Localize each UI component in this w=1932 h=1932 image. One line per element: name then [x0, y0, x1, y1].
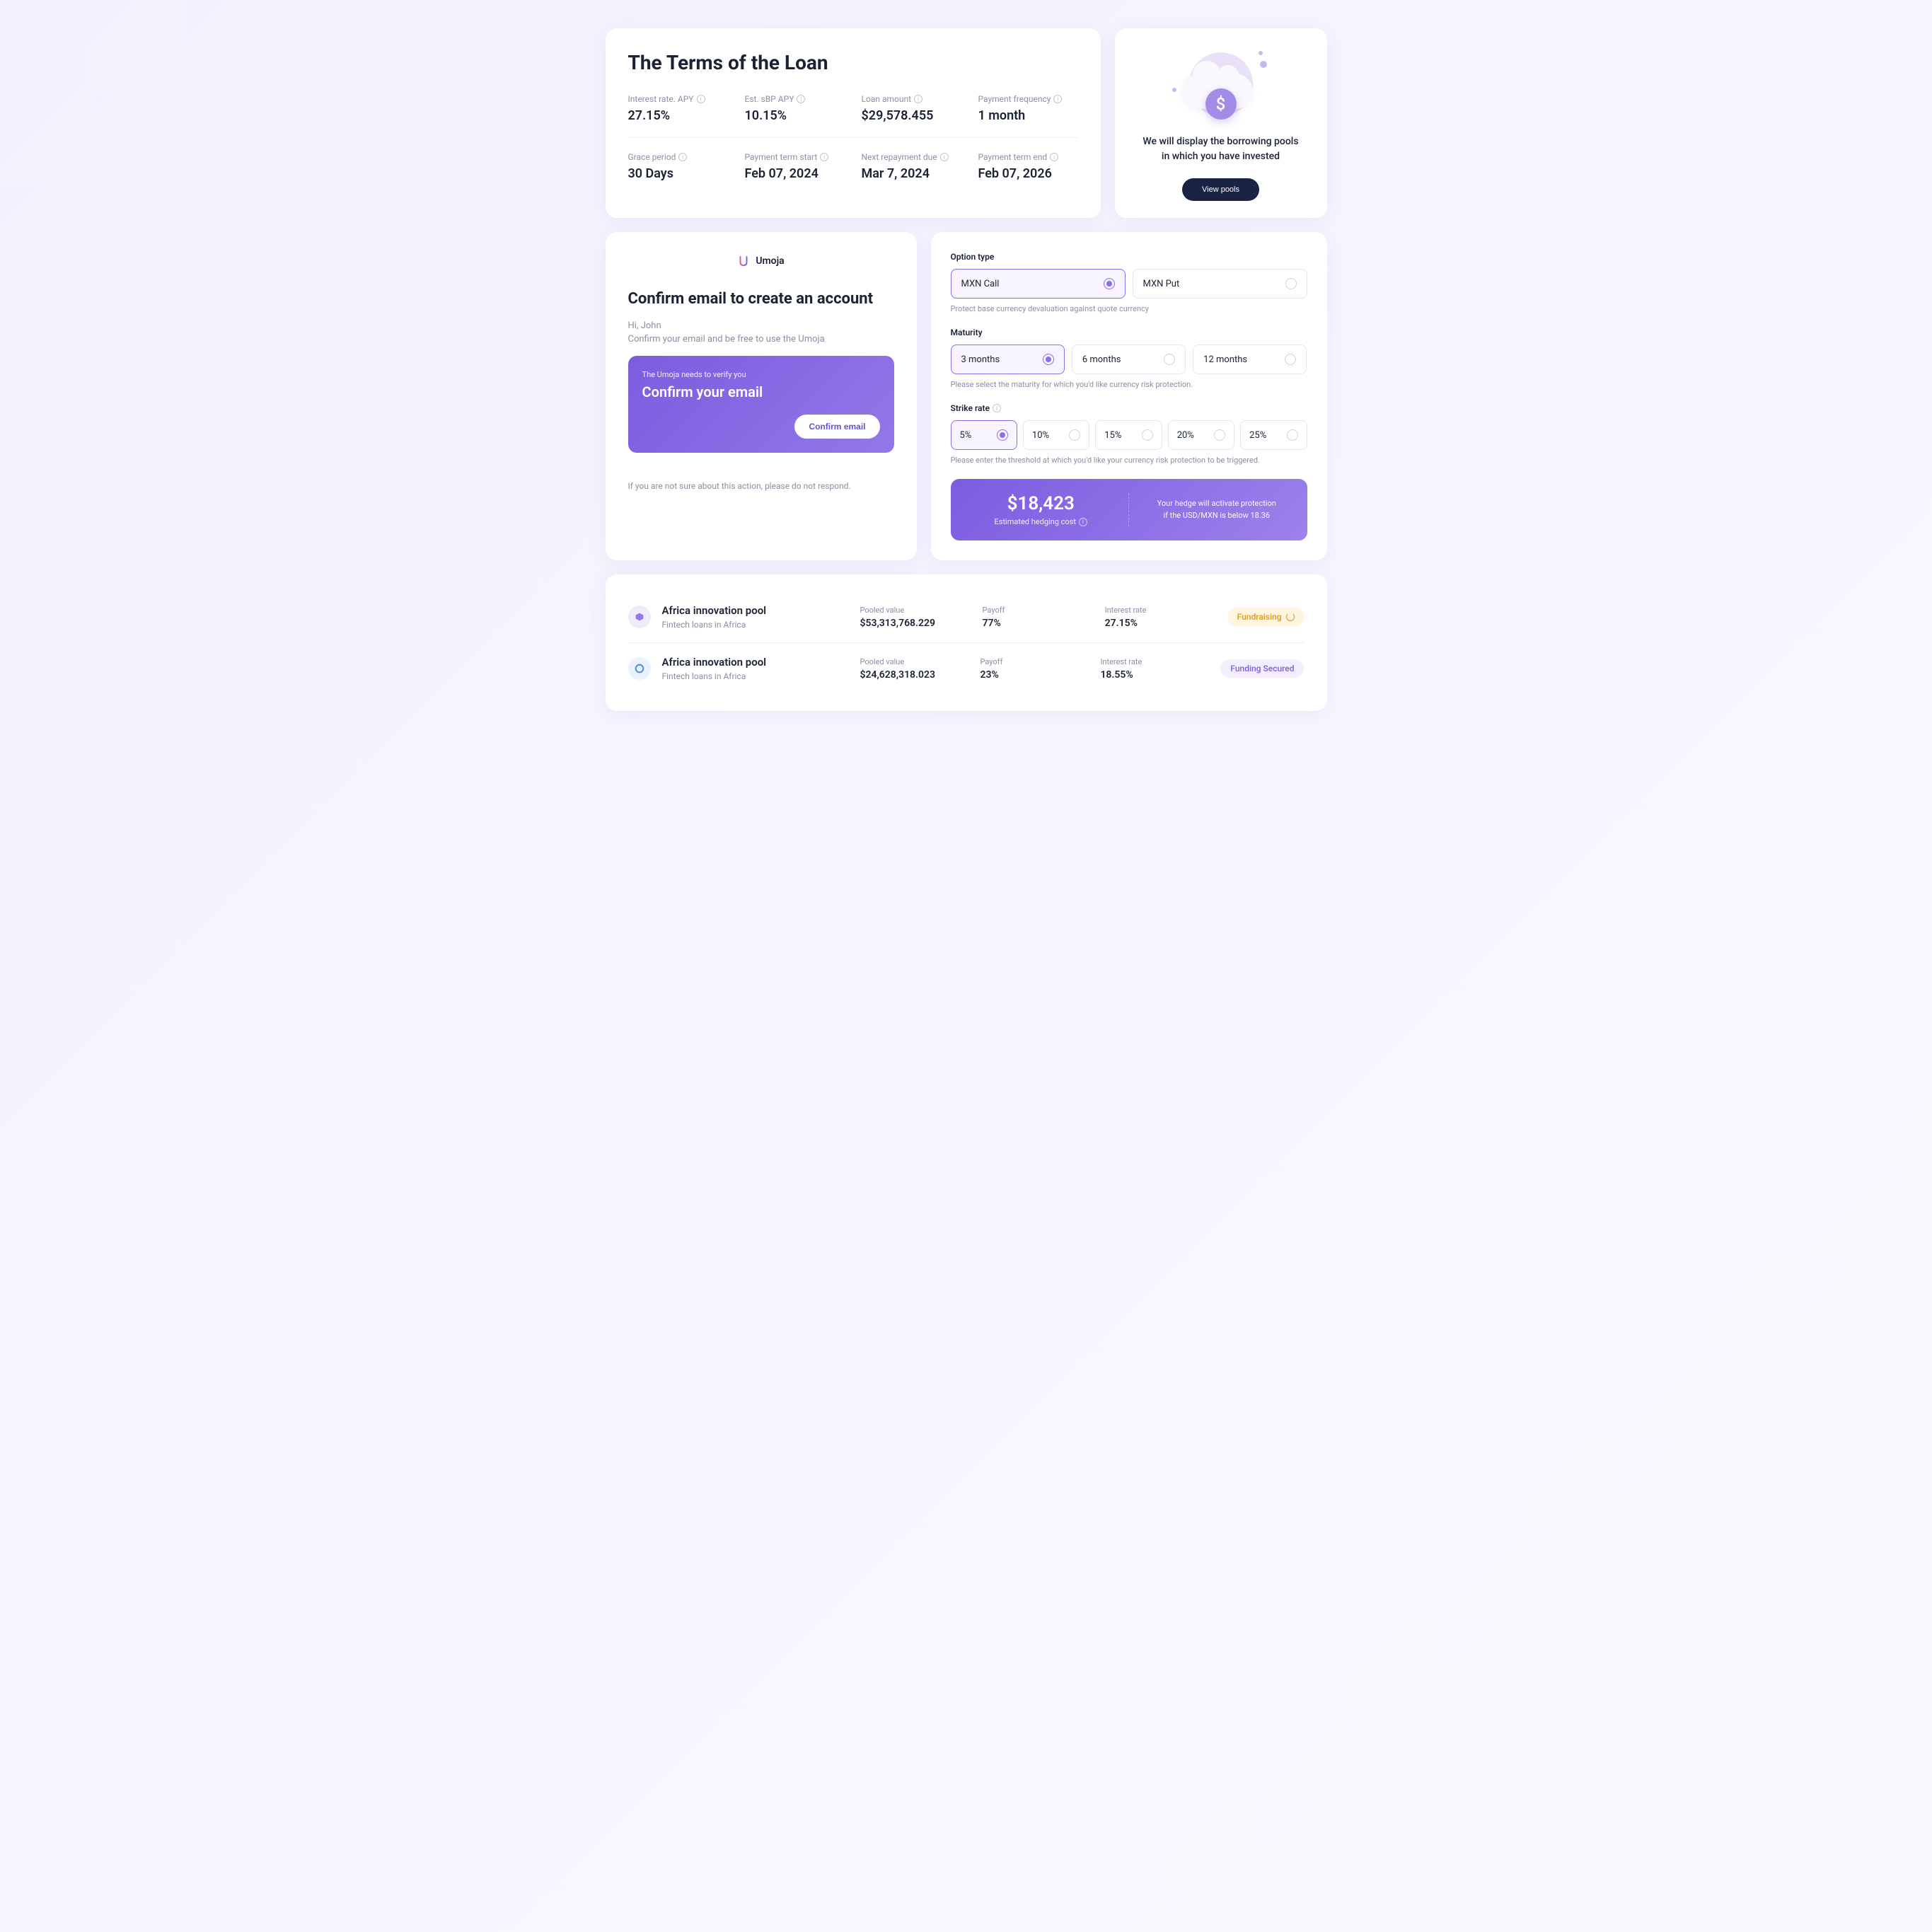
spinner-icon — [1286, 613, 1295, 621]
pool-row[interactable]: Africa innovation pool Fintech loans in … — [628, 591, 1305, 642]
strike-rate-label: Strike rate i — [951, 403, 1307, 413]
strike-20[interactable]: 20% — [1168, 420, 1234, 450]
term-grace-period: Grace periodi 30 Days — [628, 152, 728, 181]
hedge-summary: $18,423 Estimated hedging cost i Your he… — [951, 479, 1307, 540]
pools-card: $ We will display the borrowing pools in… — [1115, 28, 1327, 218]
pool-icon — [628, 657, 651, 680]
option-mxn-put[interactable]: MXN Put — [1133, 269, 1307, 299]
strike-rate-row: 5% 10% 15% 20% 25% — [951, 420, 1307, 450]
term-interest-rate: Interest rate. APYi 27.15% — [628, 94, 728, 123]
option-type-row: MXN Call MXN Put — [951, 269, 1307, 299]
options-card: Option type MXN Call MXN Put Protect bas… — [931, 232, 1327, 560]
maturity-label: Maturity — [951, 328, 1307, 337]
radio-icon — [1285, 354, 1296, 365]
hedge-amount: $18,423 — [968, 493, 1115, 514]
pool-list-card: Africa innovation pool Fintech loans in … — [606, 574, 1327, 711]
radio-icon — [1069, 429, 1080, 441]
brand-logo: Umoja — [628, 255, 894, 267]
umoja-icon — [737, 255, 750, 267]
option-type-label: Option type — [951, 252, 1307, 262]
strike-25[interactable]: 25% — [1240, 420, 1307, 450]
strike-15[interactable]: 15% — [1095, 420, 1162, 450]
strike-10[interactable]: 10% — [1023, 420, 1089, 450]
email-greeting: Hi, John — [628, 320, 894, 331]
info-icon[interactable]: i — [1050, 153, 1058, 161]
email-card: Umoja Confirm email to create an account… — [606, 232, 917, 560]
email-title: Confirm email to create an account — [628, 290, 894, 308]
info-icon[interactable]: i — [1079, 518, 1087, 526]
pool-desc: Fintech loans in Africa — [662, 671, 860, 681]
info-icon[interactable]: i — [993, 404, 1001, 412]
email-footer: If you are not sure about this action, p… — [628, 481, 894, 491]
maturity-6-months[interactable]: 6 months — [1072, 345, 1186, 374]
info-icon[interactable]: i — [820, 153, 828, 161]
maturity-3-months[interactable]: 3 months — [951, 345, 1065, 374]
confirm-email-button[interactable]: Confirm email — [794, 415, 879, 439]
pool-desc: Fintech loans in Africa — [662, 620, 860, 630]
option-mxn-call[interactable]: MXN Call — [951, 269, 1126, 299]
pool-name: Africa innovation pool — [662, 604, 860, 617]
pool-icon — [628, 606, 651, 628]
pools-text: We will display the borrowing pools in w… — [1143, 134, 1298, 164]
maturity-row: 3 months 6 months 12 months — [951, 345, 1307, 374]
strike-5[interactable]: 5% — [951, 420, 1017, 450]
info-icon[interactable]: i — [678, 153, 687, 161]
pool-name: Africa innovation pool — [662, 656, 860, 669]
term-next-repayment: Next repayment duei Mar 7, 2024 — [862, 152, 961, 181]
info-icon[interactable]: i — [914, 95, 922, 103]
loan-terms-grid: Interest rate. APYi 27.15% Est. sBP APYi… — [628, 94, 1078, 181]
radio-icon — [1287, 429, 1298, 441]
confirm-email-box: The Umoja needs to verify you Confirm yo… — [628, 356, 894, 453]
radio-icon — [1104, 278, 1115, 289]
term-est-apy: Est. sBP APYi 10.15% — [745, 94, 845, 123]
info-icon[interactable]: i — [797, 95, 805, 103]
term-loan-amount: Loan amounti $29,578.455 — [862, 94, 961, 123]
divider — [628, 137, 1078, 138]
info-icon[interactable]: i — [697, 95, 705, 103]
radio-icon — [997, 429, 1008, 441]
radio-icon — [1214, 429, 1225, 441]
view-pools-button[interactable]: View pools — [1182, 178, 1259, 201]
pools-illustration: $ — [1175, 45, 1267, 123]
status-badge-secured: Funding Secured — [1220, 659, 1304, 678]
pool-row[interactable]: Africa innovation pool Fintech loans in … — [628, 642, 1305, 694]
radio-icon — [1164, 354, 1175, 365]
radio-icon — [1142, 429, 1153, 441]
maturity-12-months[interactable]: 12 months — [1193, 345, 1307, 374]
term-payment-end: Payment term endi Feb 07, 2026 — [978, 152, 1078, 181]
info-icon[interactable]: i — [940, 153, 949, 161]
hedge-description: Your hedge will activate protection if t… — [1129, 498, 1290, 521]
radio-icon — [1043, 354, 1054, 365]
info-icon[interactable]: i — [1053, 95, 1062, 103]
term-payment-frequency: Payment frequencyi 1 month — [978, 94, 1078, 123]
loan-terms-card: The Terms of the Loan Interest rate. APY… — [606, 28, 1101, 218]
radio-icon — [1285, 278, 1297, 289]
dollar-icon: $ — [1205, 88, 1237, 120]
loan-terms-title: The Terms of the Loan — [628, 51, 1078, 74]
term-payment-start: Payment term starti Feb 07, 2024 — [745, 152, 845, 181]
email-subtext: Confirm your email and be free to use th… — [628, 334, 894, 345]
status-badge-fundraising: Fundraising — [1227, 608, 1305, 626]
